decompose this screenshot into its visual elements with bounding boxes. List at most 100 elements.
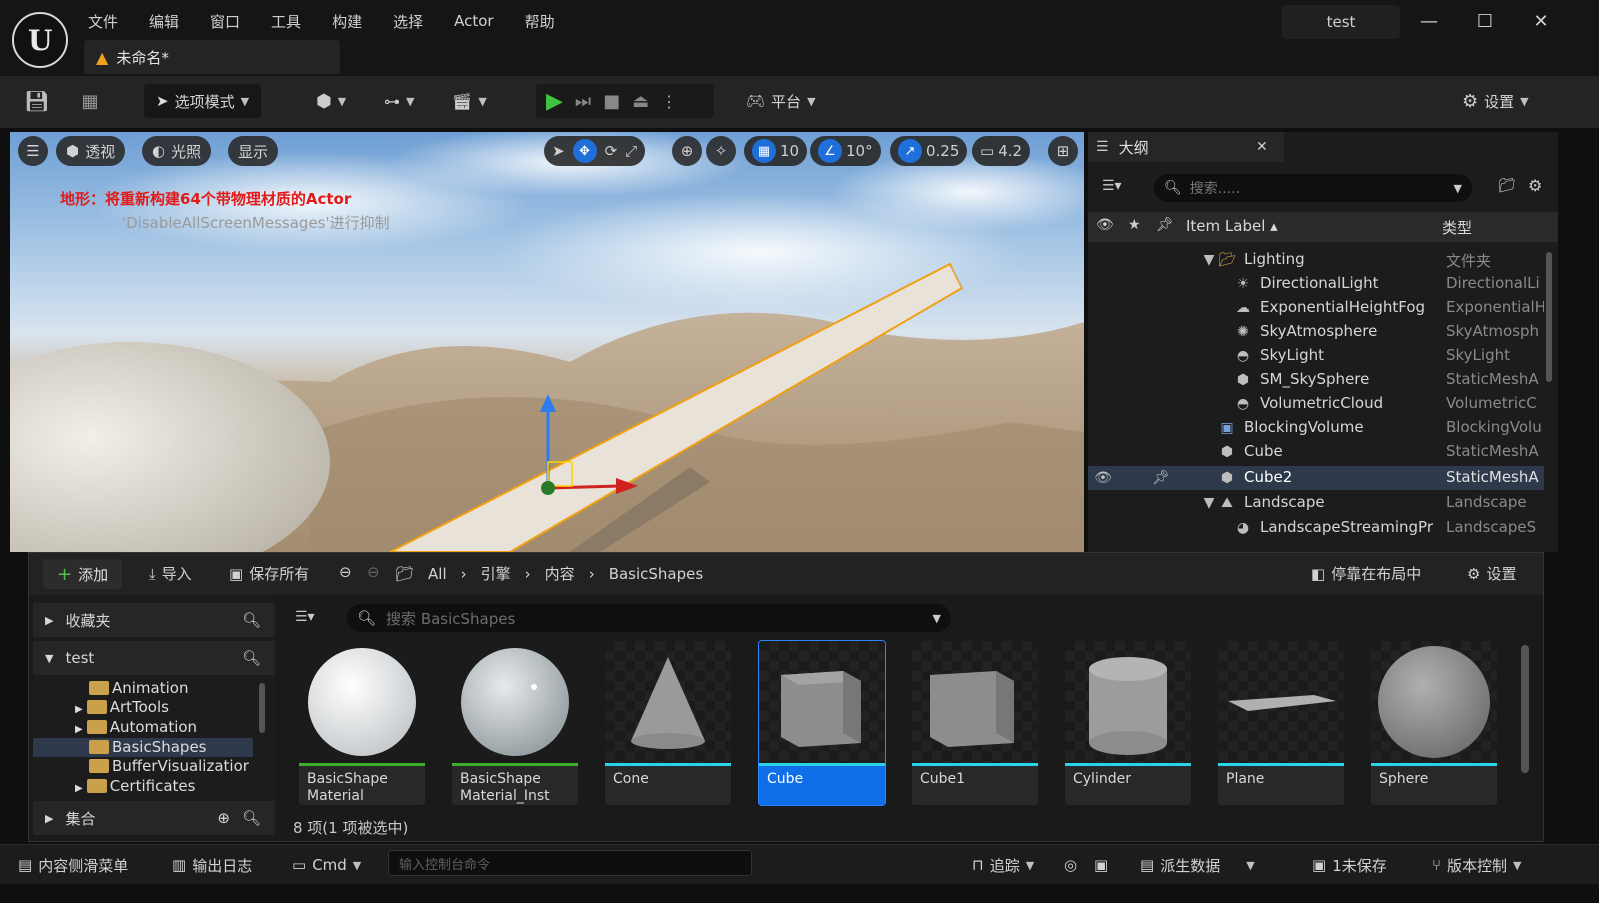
cinematics-button[interactable]: 🎬︎ ▼ <box>446 84 493 118</box>
type-column[interactable]: 类型 <box>1442 217 1472 238</box>
outliner-row[interactable]: ☁ ExponentialHeightFog ExponentialH <box>1088 296 1544 320</box>
level-viewport[interactable]: ☰ ⬢ 透视 ◐ 光照 显示 ➤ ✥ ⟳ ⤢ ⊕ ✧ ▦ 10 ∠ 10° ↗ 0.25 … <box>10 132 1084 552</box>
more-options-icon[interactable]: ⋮ <box>661 92 677 111</box>
world-local-button[interactable]: ⊕ <box>672 136 702 166</box>
derived-data-button[interactable]: ▤ 派生数据 ▼ <box>1140 853 1255 877</box>
asset-tile[interactable]: Plane <box>1218 641 1344 805</box>
output-log-button[interactable]: ▥ 输出日志 <box>172 853 252 877</box>
document-tab[interactable]: ▲ 未命名* <box>84 40 340 74</box>
camera-capture-icon[interactable]: ▣ <box>1094 853 1108 877</box>
search-icon[interactable]: 🔍︎ <box>242 649 261 667</box>
outliner-row[interactable]: ✺ SkyAtmosphere SkyAtmosph <box>1088 320 1544 344</box>
surface-snap-button[interactable]: ✧ <box>706 136 736 166</box>
lighting-button[interactable]: ◐ 光照 <box>142 136 212 166</box>
menu-help[interactable]: 帮助 <box>525 11 570 32</box>
outliner-tab[interactable]: ☰ 大纲 ✕ <box>1088 132 1284 162</box>
back-icon[interactable]: ⊖ <box>339 563 352 581</box>
favorites-header[interactable]: ▶ 收藏夹 🔍︎ <box>33 603 275 637</box>
item-label-column[interactable]: Item Label ▴ <box>1186 217 1278 235</box>
outliner-row-selected[interactable]: 👁︎ 📌︎ ⬢ Cube2 StaticMeshA <box>1088 466 1544 490</box>
pin-column-icon[interactable]: 📌︎ <box>1156 217 1174 233</box>
outliner-row[interactable]: ▼ ⛰︎ Landscape Landscape <box>1088 491 1544 515</box>
add-collection-icon[interactable]: ⊕ <box>217 809 230 827</box>
outliner-search-input[interactable]: 🔍︎ 搜索..... ▼ <box>1154 174 1472 202</box>
breadcrumb-basicshapes[interactable]: BasicShapes <box>609 565 704 583</box>
menu-file[interactable]: 文件 <box>88 11 133 32</box>
rotation-snap-control[interactable]: ∠ 10° <box>810 136 881 166</box>
outliner-row[interactable]: ◓ VolumetricCloud VolumetricC <box>1088 392 1544 416</box>
asset-tile[interactable]: Sphere <box>1371 641 1497 805</box>
visibility-icon[interactable]: 👁︎ <box>1094 469 1112 487</box>
folder-item[interactable]: ▶ Automation <box>33 718 253 737</box>
folder-item-selected[interactable]: BasicShapes <box>33 738 253 757</box>
asset-tile[interactable]: BasicShape Material_Inst <box>452 641 578 805</box>
folder-item[interactable]: ▶ Certificates <box>33 777 253 796</box>
camera-speed-control[interactable]: ▭ 4.2 <box>972 136 1031 166</box>
stop-icon[interactable]: ■ <box>603 91 620 112</box>
scale-icon[interactable]: ⤢ <box>625 142 637 160</box>
move-icon[interactable]: ✥ <box>572 139 597 163</box>
rotate-icon[interactable]: ⟳ <box>605 142 618 160</box>
browse-icon[interactable]: ▦ <box>76 88 104 114</box>
outliner-row[interactable]: ▣ BlockingVolume BlockingVolu <box>1088 416 1544 440</box>
cmd-button[interactable]: ▭ Cmd ▼ <box>292 853 361 877</box>
menu-window[interactable]: 窗口 <box>210 11 255 32</box>
save-icon[interactable]: 💾︎ <box>24 88 50 114</box>
content-drawer-button[interactable]: ▤ 内容侧滑菜单 <box>18 853 128 877</box>
outliner-row[interactable]: ⬢ Cube StaticMeshA <box>1088 440 1544 464</box>
asset-tile[interactable]: Cone <box>605 641 731 805</box>
settings-button[interactable]: ⚙ 设置 ▼ <box>1456 84 1535 118</box>
asset-tile[interactable]: BasicShape Material <box>299 641 425 805</box>
unreal-logo-icon[interactable]: U <box>12 12 68 68</box>
visibility-column-icon[interactable]: 👁︎ <box>1096 217 1114 233</box>
menu-tools[interactable]: 工具 <box>271 11 316 32</box>
console-input[interactable]: 输入控制台命令 <box>388 850 752 876</box>
outliner-row[interactable]: ☀ DirectionalLight DirectionalLi <box>1088 272 1544 296</box>
platform-button[interactable]: 🎮︎ 平台 ▼ <box>740 84 822 118</box>
search-icon[interactable]: 🔍︎ <box>242 611 261 629</box>
unsaved-button[interactable]: ▣ 1未保存 <box>1312 853 1387 877</box>
collections-header[interactable]: ▶ 集合 ⊕ 🔍︎ <box>33 801 275 835</box>
menu-actor[interactable]: Actor <box>454 12 508 30</box>
asset-tile[interactable]: Cube1 <box>912 641 1038 805</box>
expand-arrow-icon[interactable]: ▼ <box>1200 494 1218 512</box>
scale-snap-control[interactable]: ↗ 0.25 <box>890 136 968 166</box>
breadcrumb-content[interactable]: 内容 <box>545 563 575 584</box>
asset-grid-scrollbar[interactable] <box>1521 645 1529 773</box>
select-arrow-icon[interactable]: ➤ <box>552 142 565 160</box>
expand-arrow-icon[interactable]: ▶ <box>75 783 83 794</box>
expand-arrow-icon[interactable]: ▶ <box>75 704 83 715</box>
outliner-row[interactable]: ▼ 📂︎ Lighting 文件夹 <box>1088 248 1544 272</box>
expand-arrow-icon[interactable]: ▶ <box>75 724 83 735</box>
folder-item[interactable]: BufferVisualizatior <box>33 757 253 776</box>
forward-icon[interactable]: ⊖ <box>367 563 380 581</box>
play-icon[interactable]: ▶ <box>546 89 563 114</box>
add-folder-icon[interactable]: 📁︎ <box>1498 178 1516 194</box>
folder-item[interactable]: ▶ ArtTools <box>33 698 253 717</box>
step-icon[interactable]: ⏭︎ <box>575 91 591 112</box>
menu-select[interactable]: 选择 <box>393 11 438 32</box>
pin-icon[interactable]: 📌︎ <box>1152 469 1170 487</box>
outliner-row[interactable]: ◓ SkyLight SkyLight <box>1088 344 1544 368</box>
perspective-button[interactable]: ⬢ 透视 <box>56 136 126 166</box>
close-icon[interactable]: ✕ <box>1528 8 1554 34</box>
add-button[interactable]: + 添加 <box>43 559 123 589</box>
menu-build[interactable]: 构建 <box>332 11 377 32</box>
cb-settings-button[interactable]: ⚙ 设置 <box>1467 563 1516 584</box>
expand-arrow-icon[interactable]: ▼ <box>1200 251 1218 269</box>
search-icon[interactable]: 🔍︎ <box>242 809 261 827</box>
favorite-column-icon[interactable]: ★ <box>1128 217 1141 233</box>
breadcrumb-engine[interactable]: 引擎 <box>481 563 511 584</box>
filter-icon[interactable]: ☰▾ <box>1102 178 1122 194</box>
add-actor-button[interactable]: ⬢ ▼ <box>310 84 352 118</box>
folder-item[interactable]: Animation <box>33 679 253 698</box>
viewport-layout-button[interactable]: ⊞ <box>1048 136 1078 166</box>
trace-button[interactable]: ⊓ 追踪 ▼ <box>972 853 1034 877</box>
viewport-menu-button[interactable]: ☰ <box>18 136 48 166</box>
outliner-scrollbar[interactable] <box>1546 252 1552 382</box>
filter-icon[interactable]: ☰▾ <box>295 609 315 625</box>
blueprint-button[interactable]: ⊶ ▼ <box>378 84 420 118</box>
live-coding-icon[interactable]: ◎ <box>1064 853 1077 877</box>
outliner-row[interactable]: ⬢ SM_SkySphere StaticMeshA <box>1088 368 1544 392</box>
project-root-header[interactable]: ▼ test 🔍︎ <box>33 641 275 675</box>
